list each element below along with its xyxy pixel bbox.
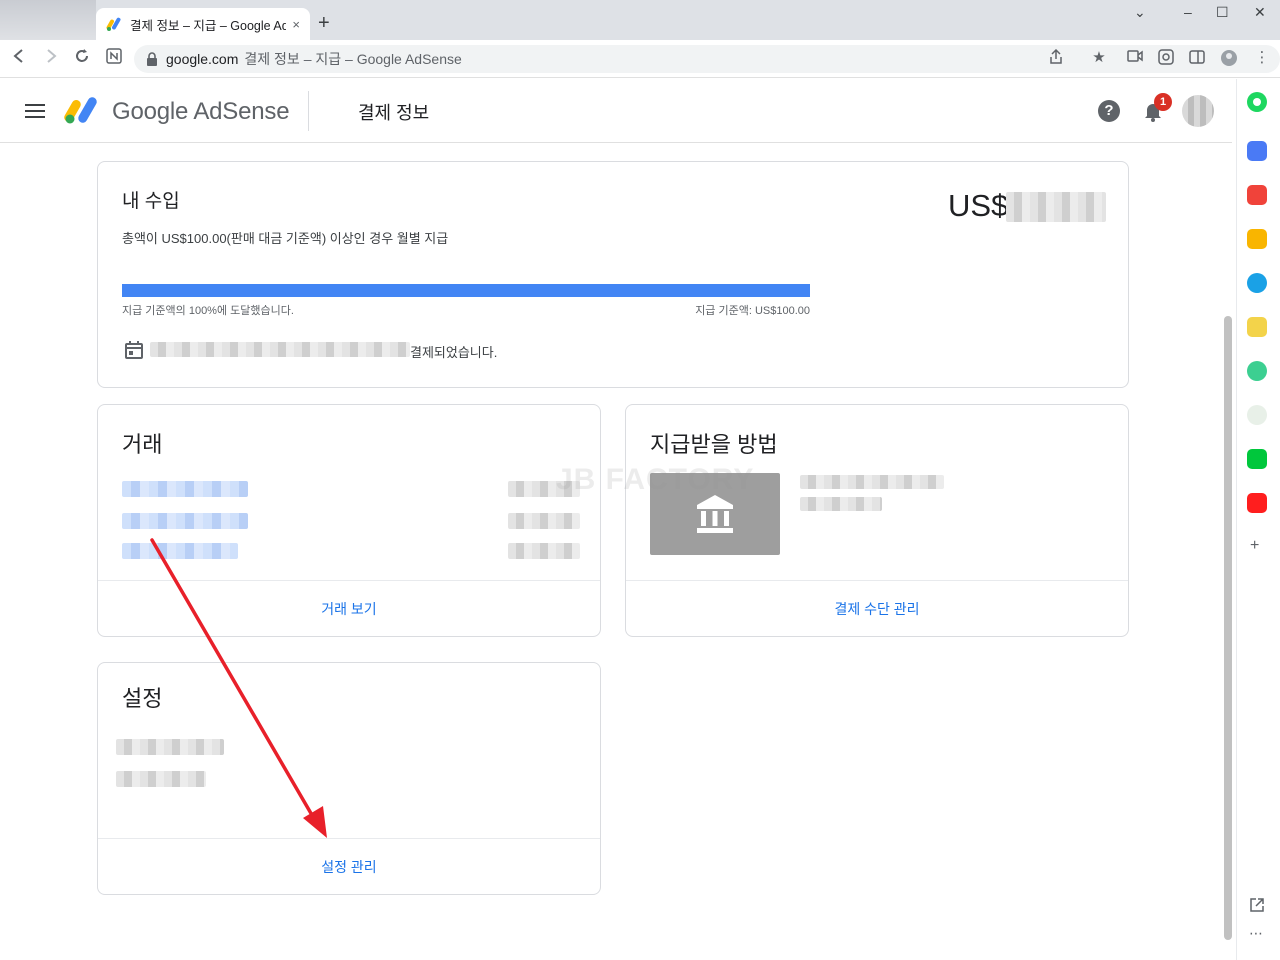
settings-row-1-redacted [116,739,224,755]
transaction-row-2-label[interactable] [122,513,248,529]
minimize-button[interactable]: – [1184,4,1192,20]
payment-date-redacted [150,342,410,357]
progress-left-label: 지급 기준액의 100%에 도달했습니다. [122,305,294,317]
watermark-text: JB FACTORY [556,463,755,496]
transaction-row-3-amount [508,543,580,559]
now-app-icon[interactable] [1247,493,1267,513]
reload-icon[interactable] [74,48,90,70]
transaction-row-2-amount [508,513,580,529]
edge-app-icon[interactable] [1247,273,1267,293]
card-divider [98,838,600,839]
browser-side-panel: + ⋯ [1236,79,1280,960]
payment-method-title: 지급받을 방법 [650,432,778,457]
character-app-icon[interactable] [1247,405,1267,425]
payment-status-text: 결제되었습니다. [410,345,498,360]
payment-threshold-progress [122,284,810,297]
tab-search-icon[interactable]: ⌄ [1134,4,1146,21]
settings-card: 설정 설정 관리 [97,662,601,895]
transactions-title: 거래 [122,432,163,457]
transactions-card: 거래 거래 보기 [97,404,601,637]
hamburger-menu-icon[interactable] [25,104,45,118]
manage-payment-methods-button[interactable]: 결제 수단 관리 [626,599,1128,619]
browser-toolbar: google.com 결제 정보 – 지급 – Google AdSense ★… [0,40,1280,78]
naver-extension-icon[interactable] [106,48,122,70]
bank-account-redacted [800,497,882,511]
earnings-amount-redacted [1006,192,1106,222]
close-window-button[interactable]: ✕ [1254,4,1266,21]
tabstrip-decoration [0,0,96,40]
app-green-circle-icon[interactable] [1247,92,1267,112]
briefcase-app-icon[interactable] [1247,141,1267,161]
app-header: Google AdSense 결제 정보 ? 1 [0,79,1232,143]
earnings-amount-prefix: US$ [948,188,1009,223]
new-tab-button[interactable]: + [318,12,330,34]
lock-icon [146,52,158,66]
more-horizontal-icon[interactable]: ⋯ [1249,925,1263,942]
maximize-button[interactable]: ☐ [1216,4,1229,21]
card-divider [626,580,1128,581]
bookmark-star-icon[interactable]: ★ [1090,49,1108,67]
play-app-icon[interactable] [1247,361,1267,381]
bank-name-redacted [800,475,944,489]
brand-name[interactable]: Google AdSense [112,98,290,126]
more-menu-icon[interactable]: ⋮ [1253,49,1271,67]
adsense-logo-icon [64,95,102,125]
tab-title: 결제 정보 – 지급 – Google AdSense [130,18,287,33]
manage-settings-button[interactable]: 설정 관리 [98,857,600,877]
card-divider [98,580,600,581]
progress-right-label: 지급 기준액: US$100.00 [695,305,810,317]
side-panel-icon[interactable] [1188,49,1206,67]
address-bar[interactable]: google.com 결제 정보 – 지급 – Google AdSense [134,45,1280,73]
main-content: 내 수입 총액이 US$100.00(판매 대금 기준액) 이상인 경우 월별 … [0,143,1224,960]
transaction-row-3-label[interactable] [122,543,238,559]
video-icon[interactable] [1126,49,1144,67]
tab-close-icon[interactable]: × [292,17,300,32]
pocket-app-icon[interactable] [1247,185,1267,205]
account-avatar[interactable] [1182,95,1214,127]
earnings-subtitle: 총액이 US$100.00(판매 대금 기준액) 이상인 경우 월별 지급 [122,231,449,246]
star-app-icon[interactable] [1247,229,1267,249]
transaction-row-1-label[interactable] [122,481,248,497]
add-app-icon[interactable]: + [1250,537,1259,555]
settings-row-2-redacted [116,771,206,787]
notification-badge: 1 [1154,93,1172,111]
notes-app-icon[interactable] [1247,317,1267,337]
address-domain: google.com [166,51,239,67]
adsense-favicon-icon [106,16,122,32]
help-icon[interactable]: ? [1098,100,1120,122]
address-path: 결제 정보 – 지급 – Google AdSense [244,51,462,67]
browser-tab-active[interactable]: 결제 정보 – 지급 – Google AdSense × [96,8,310,40]
settings-title: 설정 [122,686,163,711]
page-title: 결제 정보 [358,103,430,123]
calendar-icon [124,340,144,365]
page-scrollbar[interactable] [1224,316,1232,940]
browser-tabstrip: 결제 정보 – 지급 – Google AdSense × + ⌄ – ☐ ✕ [0,0,1280,40]
bank-icon [697,495,733,533]
earnings-title: 내 수입 [122,191,180,212]
profile-avatar-icon[interactable] [1220,49,1238,67]
earnings-card: 내 수입 총액이 US$100.00(판매 대금 기준액) 이상인 경우 월별 … [97,161,1129,388]
screenshot-icon[interactable] [1157,49,1175,67]
webtoon-app-icon[interactable] [1247,449,1267,469]
share-icon[interactable] [1047,48,1065,67]
view-transactions-button[interactable]: 거래 보기 [98,599,600,619]
back-icon[interactable] [12,48,26,70]
open-external-icon[interactable] [1249,897,1265,918]
payment-method-card: 지급받을 방법 결제 수단 관리 [625,404,1129,637]
header-divider [308,91,309,131]
forward-icon[interactable] [44,48,58,70]
